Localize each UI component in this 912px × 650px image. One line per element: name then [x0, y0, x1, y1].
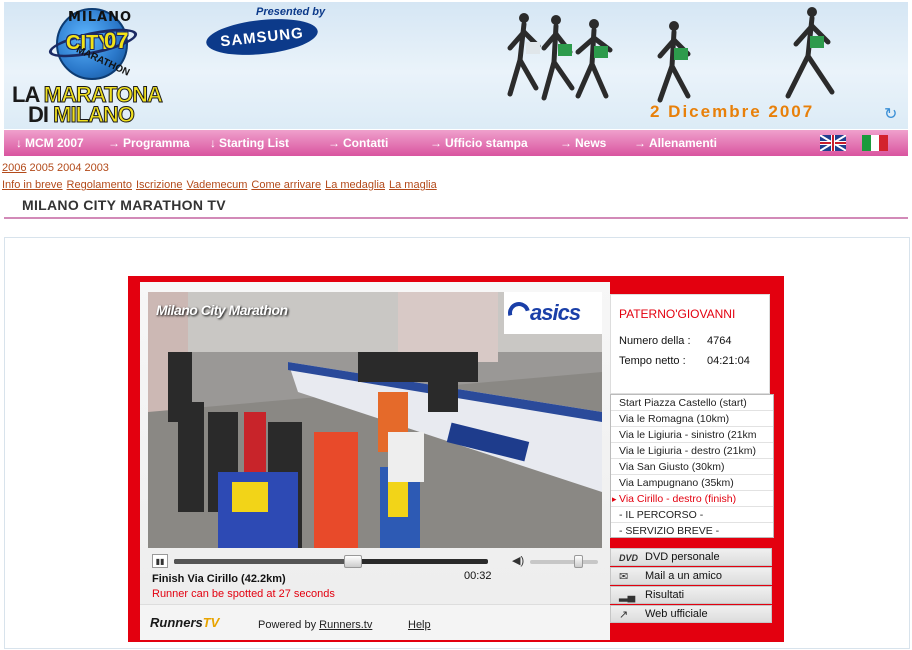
- seek-bar[interactable]: [174, 555, 488, 568]
- runnerstv-logo[interactable]: RunnersTV: [150, 615, 219, 630]
- video-screen[interactable]: Milano City Marathon asics: [148, 292, 602, 548]
- runners-tv-link[interactable]: Runners.tv: [319, 619, 372, 631]
- nav-item-contatti[interactable]: → Contatti: [328, 136, 388, 150]
- year-link-2005[interactable]: 2005: [29, 162, 53, 174]
- logo-year-text: 07: [104, 28, 129, 53]
- split-item[interactable]: Start Piazza Castello (start): [611, 395, 773, 411]
- runner-summary: PATERNO'GIOVANNI Numero della : 4764 Tem…: [610, 294, 770, 394]
- split-item[interactable]: Via le Romagna (10km): [611, 411, 773, 427]
- net-time-label: Tempo netto :: [619, 355, 686, 367]
- split-item[interactable]: - SERVIZIO BREVE -: [611, 523, 773, 537]
- header-banner: MILANO CITY 07 MARATHON LA MARATONA DI M…: [4, 2, 908, 129]
- volume-icon[interactable]: ◀): [512, 554, 524, 567]
- dvd-personale-button[interactable]: DVD DVD personale: [610, 548, 772, 566]
- volume-handle[interactable]: [573, 555, 583, 568]
- uk-flag-icon[interactable]: [820, 135, 846, 151]
- dvd-icon: DVD: [619, 553, 639, 563]
- runner-name: PATERNO'GIOVANNI: [619, 307, 736, 321]
- pause-button[interactable]: ▮▮: [152, 554, 168, 568]
- split-item[interactable]: Via San Giusto (30km): [611, 459, 773, 475]
- runner-figure: [541, 15, 575, 101]
- samsung-sponsor-logo: SAMSUNG: [204, 14, 320, 60]
- info-link-vademecum[interactable]: Vademecum: [186, 179, 247, 191]
- split-item[interactable]: Via Lampugnano (35km): [611, 475, 773, 491]
- bib-number-label: Numero della :: [619, 335, 691, 347]
- split-item-selected[interactable]: Via Cirillo - destro (finish): [611, 491, 773, 507]
- info-link-info-in-breve[interactable]: Info in breve: [2, 179, 63, 191]
- external-link-icon: ↗: [619, 609, 629, 621]
- italy-flag-icon[interactable]: [862, 135, 889, 151]
- clip-title: Finish Via Cirillo (42.2km): [152, 573, 286, 585]
- web-ufficiale-button[interactable]: ↗ Web ufficiale: [610, 605, 772, 623]
- split-point-list: Start Piazza Castello (start) Via le Rom…: [610, 394, 774, 538]
- risultati-button[interactable]: ▂▄ Risultati: [610, 586, 772, 604]
- split-item[interactable]: Via le Ligiuria - sinistro (21km: [611, 427, 773, 443]
- race-date: 2 Dicembre 2007: [650, 102, 815, 121]
- volume-slider[interactable]: [530, 555, 598, 568]
- presented-by-text: Presented by: [256, 6, 326, 18]
- seek-handle[interactable]: [343, 555, 362, 568]
- split-item[interactable]: Via le Ligiuria - destro (21km): [611, 443, 773, 459]
- runner-info-panel: PATERNO'GIOVANNI Numero della : 4764 Tem…: [610, 294, 774, 623]
- nav-item-ufficio-stampa[interactable]: → Ufficio stampa: [430, 136, 528, 150]
- runner-figure: [785, 7, 835, 99]
- info-link-la-maglia[interactable]: La maglia: [389, 179, 437, 191]
- results-icon: ▂▄: [619, 590, 636, 602]
- nav-item-news[interactable]: → News: [560, 136, 606, 150]
- runner-figure: [657, 21, 691, 103]
- info-link-regolamento[interactable]: Regolamento: [67, 179, 132, 191]
- year-link-2003[interactable]: 2003: [84, 162, 108, 174]
- page-title: MILANO CITY MARATHON TV: [22, 197, 226, 213]
- year-link-2006[interactable]: 2006: [2, 162, 26, 174]
- player-main: Milano City Marathon asics ▮▮ ◀) Finish …: [140, 282, 610, 640]
- site-title-line2: DI MILANO: [28, 102, 135, 128]
- video-player: Milano City Marathon asics ▮▮ ◀) Finish …: [128, 276, 784, 642]
- clip-note: Runner can be spotted at 27 seconds: [152, 588, 335, 600]
- year-link-2004[interactable]: 2004: [57, 162, 81, 174]
- section-divider: [4, 217, 908, 219]
- year-links: 2006 2005 2004 2003: [2, 162, 112, 174]
- seek-progress: [174, 559, 353, 564]
- player-footer: RunnersTV Powered by Runners.tv Help: [140, 604, 610, 640]
- page: MILANO CITY 07 MARATHON LA MARATONA DI M…: [0, 0, 912, 650]
- asics-logo: asics: [503, 292, 602, 334]
- info-links: Info in breve Regolamento Iscrizione Vademe…: [2, 179, 441, 191]
- clip-time: 00:32: [464, 570, 492, 582]
- powered-by: Powered by Runners.tv: [258, 619, 373, 631]
- player-controls: ▮▮ ◀): [148, 554, 602, 570]
- help-link[interactable]: Help: [408, 619, 431, 631]
- mail-friend-button[interactable]: ✉ Mail a un amico: [610, 567, 772, 585]
- split-item[interactable]: - IL PERCORSO -: [611, 507, 773, 523]
- main-nav: ↓ MCM 2007 → Programma ↓ Starting List → Con…: [4, 130, 908, 156]
- info-link-come-arrivare[interactable]: Come arrivare: [251, 179, 321, 191]
- info-link-iscrizione[interactable]: Iscrizione: [136, 179, 182, 191]
- info-link-la-medaglia[interactable]: La medaglia: [325, 179, 385, 191]
- nav-item-mcm-2007[interactable]: ↓ MCM 2007: [16, 136, 84, 150]
- net-time: 04:21:04: [707, 355, 750, 367]
- video-overlay-title: Milano City Marathon: [156, 302, 288, 318]
- nav-item-starting-list[interactable]: ↓ Starting List: [210, 136, 289, 150]
- refresh-icon[interactable]: ↻: [884, 104, 897, 124]
- bib-number: 4764: [707, 335, 732, 347]
- logo-milano-text: MILANO: [68, 10, 133, 25]
- mail-icon: ✉: [619, 571, 629, 583]
- nav-item-programma[interactable]: → Programma: [108, 136, 190, 150]
- nav-item-allenamenti[interactable]: → Allenamenti: [634, 136, 717, 150]
- asics-logo-text: asics: [530, 300, 581, 325]
